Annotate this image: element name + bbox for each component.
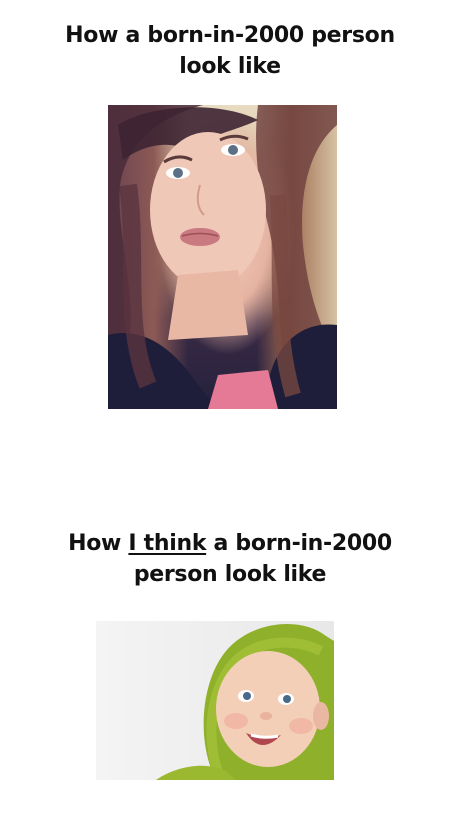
photo-baby-illustration — [156, 624, 334, 780]
photo-baby — [96, 621, 334, 780]
caption-bottom-suffix: a born-in-2000 — [206, 531, 393, 556]
caption-bottom-prefix: How — [68, 531, 129, 556]
caption-top-line1: How a born-in-2000 person — [65, 23, 395, 48]
caption-bottom-line1: How I think a born-in-2000 — [0, 528, 460, 559]
caption-bottom-emphasis: I think — [128, 531, 207, 556]
caption-top-line2: look like — [179, 54, 281, 79]
photo-young-woman — [108, 105, 337, 409]
caption-bottom: How I think a born-in-2000 person look l… — [0, 528, 460, 590]
photo-young-woman-illustration — [108, 105, 337, 409]
caption-top: How a born-in-2000 person look like — [0, 20, 460, 82]
caption-bottom-line2: person look like — [133, 562, 327, 587]
